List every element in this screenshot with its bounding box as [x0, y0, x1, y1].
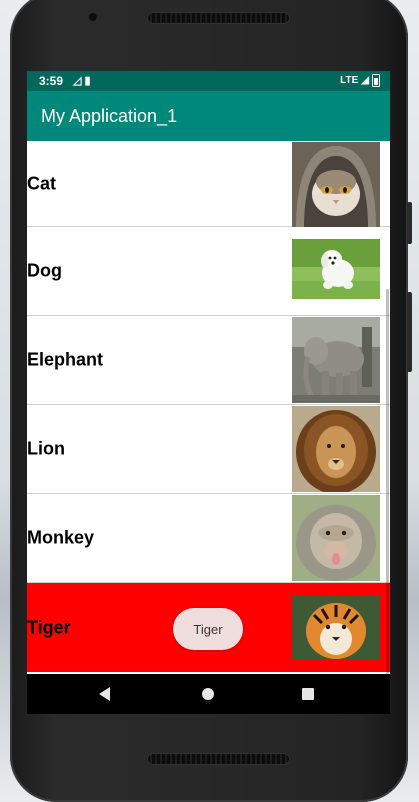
- top-speaker: [147, 12, 290, 24]
- tiger-photo: [292, 595, 380, 659]
- volume-button[interactable]: [407, 292, 412, 372]
- navigation-bar: [27, 674, 390, 714]
- monkey-photo: [292, 495, 380, 581]
- list-item[interactable]: Lion: [27, 405, 390, 494]
- list-item-label: Monkey: [27, 527, 95, 548]
- network-type: LTE: [340, 75, 359, 86]
- list-item-label: Elephant: [27, 349, 104, 370]
- status-right: LTE ◢: [340, 74, 380, 87]
- cell-signal-icon: ◢: [361, 75, 369, 86]
- list-item-label: Lion: [27, 438, 65, 459]
- back-icon[interactable]: [99, 687, 110, 701]
- power-button[interactable]: [407, 202, 412, 244]
- dog-photo: [292, 239, 380, 299]
- list-item[interactable]: Cat: [27, 141, 390, 228]
- status-time: 3:59: [39, 74, 64, 88]
- toast-message: Tiger: [173, 608, 243, 650]
- cat-photo: [292, 142, 380, 228]
- app-title: My Application_1: [41, 106, 178, 126]
- list-item[interactable]: Elephant: [27, 316, 390, 405]
- device-screen: 3:59 ◿ ▮ LTE ◢ My Application_1 Cat Dog …: [27, 71, 390, 714]
- home-icon[interactable]: [202, 688, 214, 700]
- front-camera: [88, 12, 98, 22]
- bottom-speaker: [147, 753, 290, 765]
- signal-off-icon: ◿: [73, 75, 82, 87]
- battery-icon: [372, 74, 380, 87]
- sd-card-icon: ▮: [84, 75, 91, 87]
- list-item[interactable]: Dog: [27, 227, 390, 316]
- lion-photo: [292, 406, 380, 492]
- app-bar: My Application_1: [27, 91, 390, 141]
- list-item-label: Tiger: [27, 617, 71, 637]
- status-bar: 3:59 ◿ ▮ LTE ◢: [27, 71, 390, 91]
- scrollbar[interactable]: [386, 289, 389, 714]
- recents-icon[interactable]: [302, 688, 314, 700]
- list-item-label: Dog: [27, 260, 62, 281]
- list-item-label: Cat: [27, 173, 57, 193]
- animal-list[interactable]: Cat Dog Elephant Lion Monkey Tiger: [27, 141, 390, 714]
- list-item[interactable]: Monkey: [27, 494, 390, 583]
- elephant-photo: [292, 317, 380, 403]
- notification-icons: ◿ ▮: [73, 74, 91, 87]
